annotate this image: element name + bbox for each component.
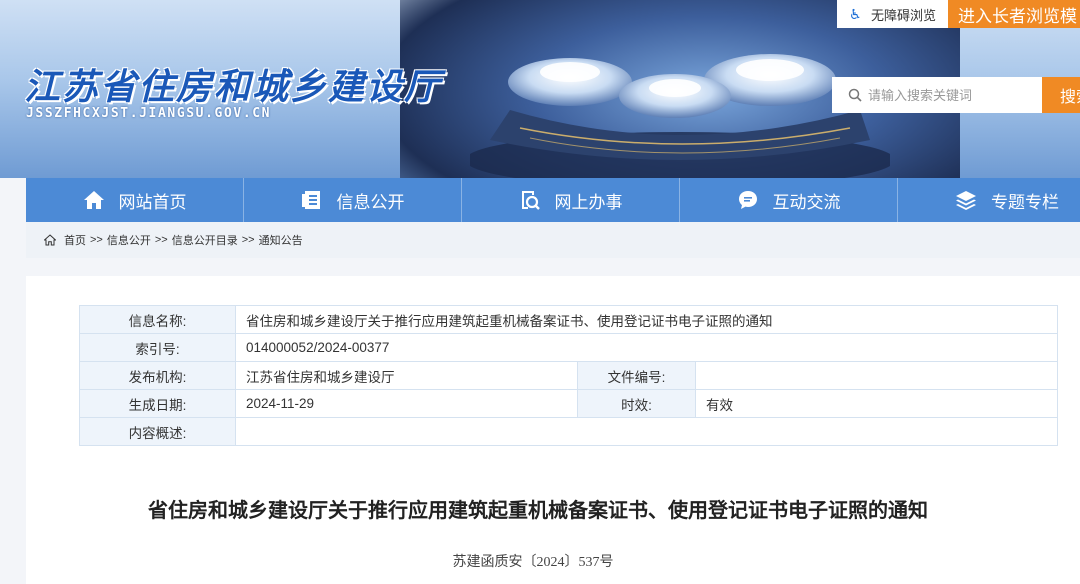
accessibility-icon: ♿ (848, 6, 862, 22)
meta-value: 省住房和城乡建设厅关于推行应用建筑起重机械备案证书、使用登记证书电子证照的通知 (235, 305, 1058, 334)
meta-key: 信息名称: (79, 305, 236, 334)
meta-value: 江苏省住房和城乡建设厅 (235, 361, 578, 390)
stadium-illustration (470, 54, 890, 178)
meta-key: 文件编号: (577, 361, 696, 390)
nav-label: 网站首页 (118, 192, 187, 212)
breadcrumb-info-catalog[interactable]: 信息公开目录 (172, 232, 238, 248)
nav-item-interaction[interactable]: 互动交流 (680, 178, 898, 222)
breadcrumb-separator: >> (154, 234, 168, 246)
chat-icon (738, 191, 757, 209)
nav-item-special-topics[interactable]: 专题专栏 (898, 178, 1080, 222)
breadcrumb-info-public[interactable]: 信息公开 (107, 232, 151, 248)
meta-value: 014000052/2024-00377 (235, 333, 1058, 362)
meta-value (695, 361, 1058, 390)
breadcrumb-separator: >> (241, 234, 255, 246)
meta-value: 有效 (695, 389, 1058, 418)
site-title: 江苏省住房和城乡建设厅 (24, 66, 443, 107)
breadcrumb-home-icon (44, 234, 56, 246)
main-nav: 网站首页 信息公开 网上办事 互动交流 专题专栏 (26, 178, 1080, 222)
search-button[interactable]: 搜索 (1042, 77, 1080, 113)
top-links: ♿ 无障碍浏览 进入长者浏览模 (836, 0, 1080, 28)
accessibility-label: 无障碍浏览 (870, 7, 936, 23)
table-row: 内容概述: (79, 417, 1058, 446)
breadcrumb: 首页 >> 信息公开 >> 信息公开目录 >> 通知公告 (26, 222, 1080, 258)
breadcrumb-separator: >> (90, 234, 103, 246)
search-box (832, 77, 1042, 113)
document-number: 苏建函质安〔2024〕537号 (452, 555, 614, 570)
home-icon (83, 191, 104, 209)
nav-label: 网上办事 (554, 192, 623, 212)
document-title: 省住房和城乡建设厅关于推行应用建筑起重机械备案证书、使用登记证书电子证照的通知 (148, 500, 928, 522)
meta-value (235, 417, 1058, 446)
site-header: 江苏省住房和城乡建设厅 JSSZFHCXJST.JIANGSU.GOV.CN ♿… (0, 0, 1080, 178)
nav-item-info-public[interactable]: 信息公开 (244, 178, 462, 222)
nav-item-home[interactable]: 网站首页 (26, 178, 244, 222)
meta-key: 时效: (577, 389, 696, 418)
table-row: 发布机构: 江苏省住房和城乡建设厅 文件编号: (79, 361, 1058, 390)
document-icon (301, 191, 320, 209)
breadcrumb-notices[interactable]: 通知公告 (259, 232, 303, 248)
document-meta-table: 信息名称: 省住房和城乡建设厅关于推行应用建筑起重机械备案证书、使用登记证书电子… (79, 305, 1058, 446)
nav-label: 信息公开 (336, 192, 405, 212)
meta-key: 生成日期: (79, 389, 236, 418)
meta-value: 2024-11-29 (235, 389, 578, 418)
site-domain: JSSZFHCXJST.JIANGSU.GOV.CN (26, 106, 272, 121)
meta-key: 索引号: (79, 333, 236, 362)
nav-label: 专题专栏 (991, 192, 1059, 212)
table-row: 信息名称: 省住房和城乡建设厅关于推行应用建筑起重机械备案证书、使用登记证书电子… (79, 305, 1058, 334)
layers-icon (956, 191, 976, 210)
nav-item-online-service[interactable]: 网上办事 (462, 178, 680, 222)
search-icon (848, 88, 862, 102)
meta-key: 发布机构: (79, 361, 236, 390)
accessibility-link[interactable]: ♿ 无障碍浏览 (836, 0, 948, 28)
service-icon (521, 191, 540, 210)
content-area: 信息名称: 省住房和城乡建设厅关于推行应用建筑起重机械备案证书、使用登记证书电子… (26, 276, 1080, 584)
search-input[interactable] (868, 87, 1028, 103)
search-bar: 搜索 (832, 77, 1080, 113)
elder-mode-link[interactable]: 进入长者浏览模 (948, 0, 1080, 28)
table-row: 生成日期: 2024-11-29 时效: 有效 (79, 389, 1058, 418)
nav-label: 互动交流 (772, 192, 841, 212)
table-row: 索引号: 014000052/2024-00377 (79, 333, 1058, 362)
meta-key: 内容概述: (79, 417, 236, 446)
breadcrumb-home[interactable]: 首页 (64, 232, 86, 248)
